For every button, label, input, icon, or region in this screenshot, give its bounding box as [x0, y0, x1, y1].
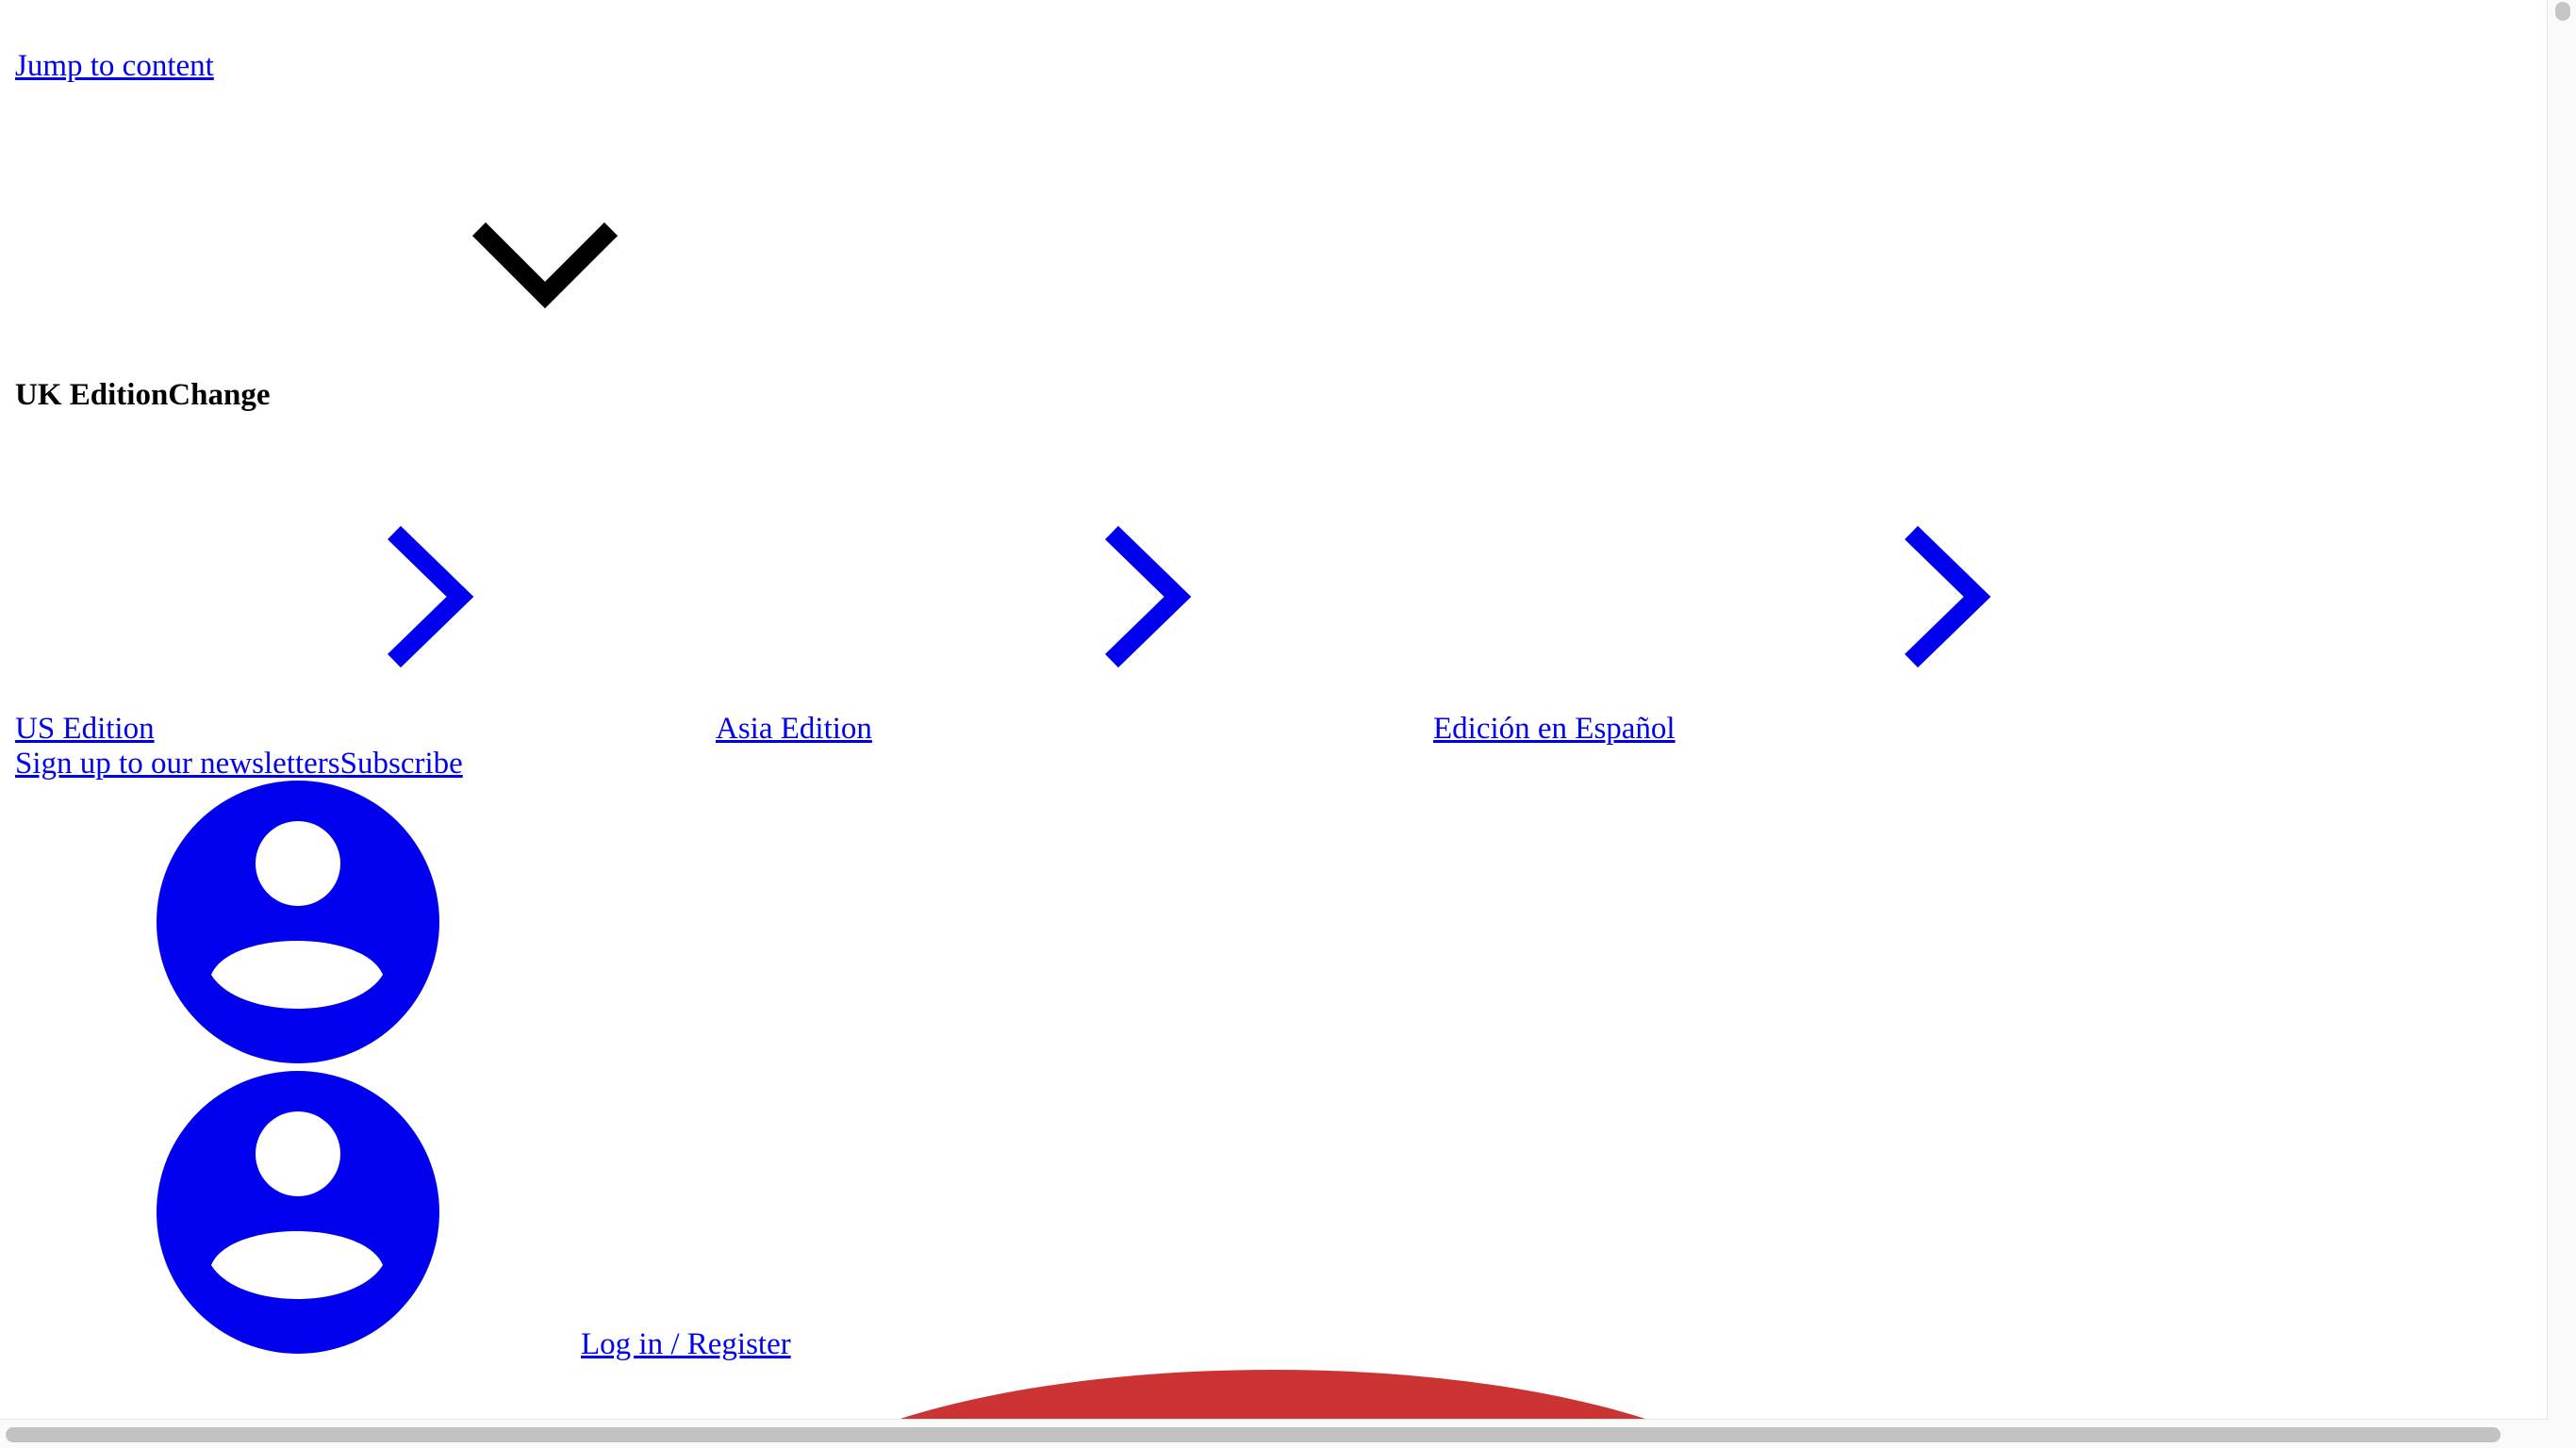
newsletters-link[interactable]: Sign up to our newsletters: [15, 747, 340, 781]
vertical-scrollbar-thumb[interactable]: [2555, 2, 2570, 21]
chevron-right-icon[interactable]: [1904, 525, 1998, 668]
horizontal-scrollbar-thumb[interactable]: [6, 1427, 2501, 1442]
edition-option-asia[interactable]: Asia Edition: [716, 714, 872, 745]
user-icon[interactable]: [155, 1069, 441, 1356]
vertical-scrollbar[interactable]: [2547, 0, 2576, 1448]
jump-to-content-link[interactable]: Jump to content: [15, 51, 214, 82]
subscribe-link[interactable]: Subscribe: [340, 747, 463, 781]
chevron-down-icon[interactable]: [471, 222, 619, 316]
change-edition-label: Change: [168, 378, 271, 412]
red-logo-graphic: [886, 1370, 1660, 1423]
current-edition-label: UK Edition: [15, 378, 169, 412]
chevron-right-icon[interactable]: [387, 525, 481, 668]
user-icon[interactable]: [155, 779, 441, 1065]
edition-heading: UK EditionChange: [15, 380, 270, 411]
login-register-link[interactable]: Log in / Register: [581, 1329, 791, 1360]
horizontal-scrollbar[interactable]: [0, 1419, 2548, 1448]
chevron-right-icon[interactable]: [1104, 525, 1198, 668]
edition-option-espanol[interactable]: Edición en Español: [1433, 714, 1676, 745]
edition-option-us[interactable]: US Edition: [15, 714, 155, 745]
newsletter-subscribe-row: Sign up to our newslettersSubscribe: [15, 749, 463, 780]
